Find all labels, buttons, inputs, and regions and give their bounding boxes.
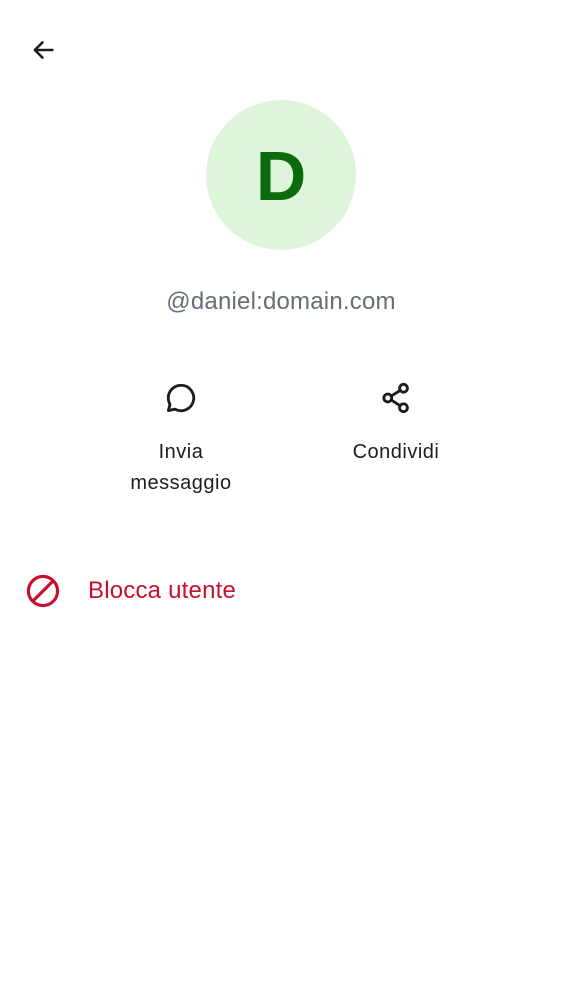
chat-bubble-icon — [163, 380, 199, 416]
share-label: Condividi — [352, 441, 440, 463]
user-id: @daniel:domain.com — [166, 288, 396, 315]
avatar-initial: D — [255, 137, 307, 215]
share-icon — [378, 380, 414, 416]
block-user-label: Blocca utente — [88, 577, 237, 604]
avatar: D — [206, 100, 356, 250]
block-user-button[interactable]: Blocca utente — [24, 570, 236, 612]
share-button[interactable]: Condividi — [316, 380, 476, 468]
send-message-button[interactable]: Invia messaggio — [101, 380, 261, 499]
send-message-label: Invia messaggio — [130, 441, 232, 494]
arrow-left-icon — [33, 41, 54, 59]
back-button[interactable] — [20, 27, 66, 73]
block-icon — [24, 572, 62, 610]
